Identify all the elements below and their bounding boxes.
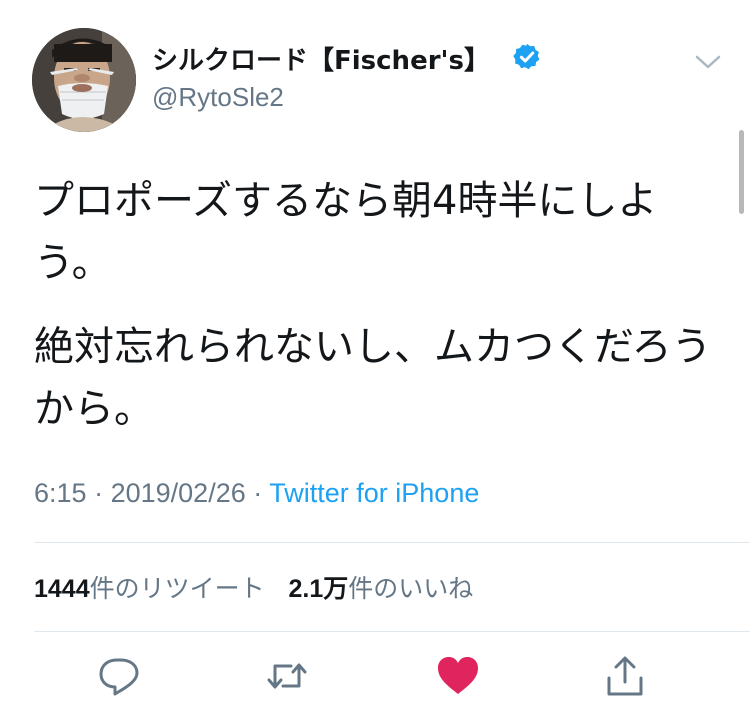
retweet-icon[interactable]: [265, 654, 309, 698]
tweet-text-paragraph-1: プロポーズするなら朝4時半にしよう。: [34, 178, 658, 286]
user-avatar-image: [32, 28, 136, 132]
tweet-time: 6:15: [34, 478, 87, 508]
tweet-card: シルクロード【Fischer's】 @RytoSle2 プロポーズするなら朝4時…: [0, 0, 750, 721]
divider: [34, 631, 750, 632]
reply-icon[interactable]: [97, 654, 141, 698]
retweet-label: 件のリツイート: [89, 574, 265, 603]
scrollbar[interactable]: [739, 130, 744, 214]
meta-separator: ·: [94, 478, 104, 508]
tweet-source-link[interactable]: Twitter for iPhone: [269, 478, 479, 508]
like-label: 件のいいね: [348, 574, 474, 603]
meta-separator: ·: [253, 478, 263, 508]
heart-icon[interactable]: [436, 654, 480, 698]
tweet-meta: 6:15 · 2019/02/26 · Twitter for iPhone: [34, 478, 479, 509]
tweet-date[interactable]: 2019/02/26: [111, 478, 246, 508]
retweet-count: 1444: [34, 575, 90, 603]
tweet-stats: 1444件のリツイート 2.1万件のいいね: [34, 569, 473, 605]
like-stat[interactable]: 2.1万件のいいね: [288, 574, 473, 603]
retweet-stat[interactable]: 1444件のリツイート: [34, 574, 265, 603]
verified-badge-icon: [513, 43, 540, 70]
chevron-down-icon[interactable]: [694, 52, 722, 72]
user-handle[interactable]: @RytoSle2: [152, 82, 284, 113]
display-name[interactable]: シルクロード【Fischer's】: [152, 40, 490, 77]
divider: [34, 542, 750, 543]
like-count: 2.1万: [288, 575, 349, 603]
share-icon[interactable]: [603, 654, 647, 698]
avatar[interactable]: [32, 28, 136, 132]
tweet-text-paragraph-2: 絶対忘れられないし、ムカつくだろうから。: [34, 324, 712, 432]
